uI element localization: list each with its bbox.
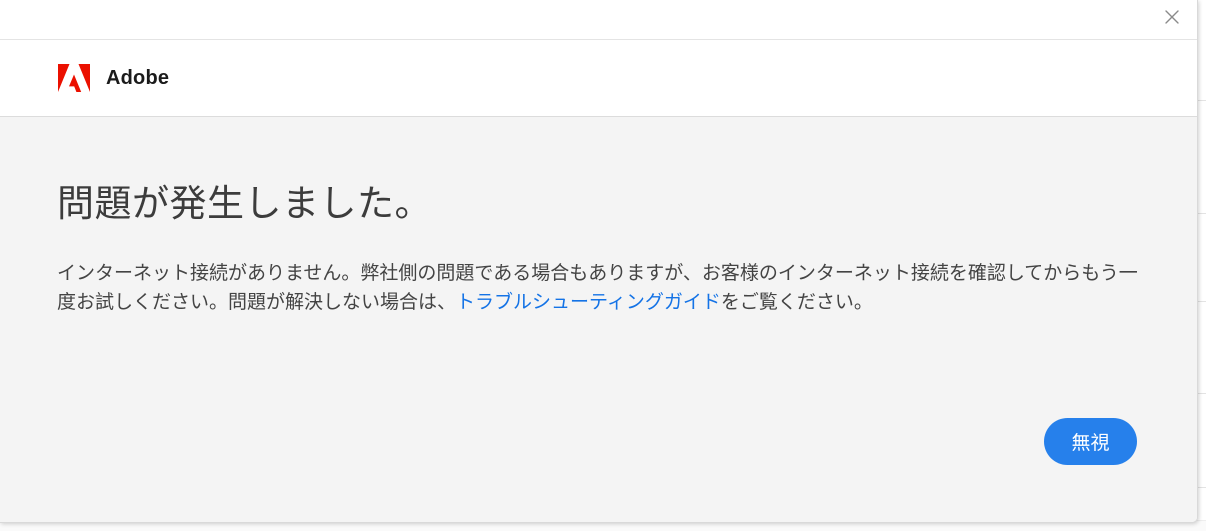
close-button[interactable] xyxy=(1161,6,1183,28)
adobe-logo-icon xyxy=(58,64,90,92)
background-divider xyxy=(1197,301,1206,302)
brand-name: Adobe xyxy=(106,66,170,89)
close-icon xyxy=(1165,10,1179,24)
background-divider xyxy=(1197,213,1206,214)
error-dialog: Adobe 問題が発生しました。 インターネット接続がありません。弊社側の問題で… xyxy=(0,0,1198,523)
background-divider xyxy=(1197,393,1206,394)
dialog-titlebar xyxy=(0,0,1197,40)
background-divider xyxy=(1197,487,1206,488)
brand-bar: Adobe xyxy=(0,40,1197,117)
troubleshooting-guide-link[interactable]: トラブルシューティングガイド xyxy=(456,291,721,313)
dialog-content: 問題が発生しました。 インターネット接続がありません。弊社側の問題である場合もあ… xyxy=(0,117,1197,522)
error-message: インターネット接続がありません。弊社側の問題である場合もありますが、お客様のイン… xyxy=(57,259,1147,317)
message-text-end: をご覧ください。 xyxy=(720,291,873,313)
background-divider xyxy=(1197,100,1206,101)
dialog-heading: 問題が発生しました。 xyxy=(57,182,432,225)
ignore-button[interactable]: 無視 xyxy=(1044,418,1137,465)
